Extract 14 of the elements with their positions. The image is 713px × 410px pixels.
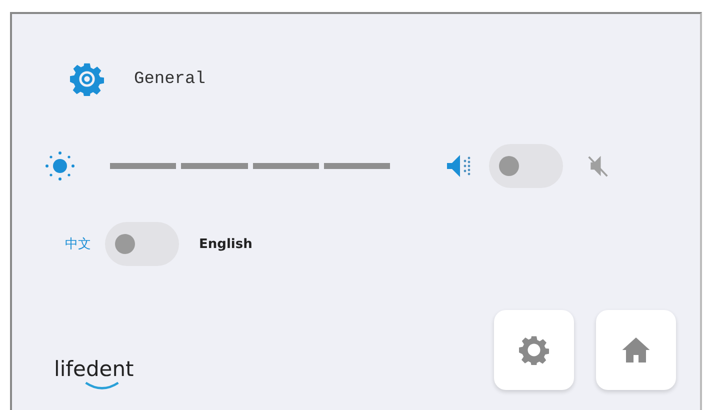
section-title: General xyxy=(134,70,206,88)
sound-toggle[interactable] xyxy=(489,144,563,188)
english-label: English xyxy=(199,236,252,252)
mute-icon xyxy=(587,153,609,179)
sun-icon xyxy=(44,150,76,182)
language-toggle[interactable] xyxy=(105,222,179,266)
gear-icon xyxy=(70,62,104,96)
chinese-label: 中文 xyxy=(65,236,91,253)
settings-icon xyxy=(519,335,549,365)
home-icon xyxy=(621,335,651,365)
home-button[interactable] xyxy=(596,310,676,390)
logo-text: lifedent xyxy=(54,357,134,381)
smile-icon xyxy=(84,381,120,390)
settings-button[interactable] xyxy=(494,310,574,390)
